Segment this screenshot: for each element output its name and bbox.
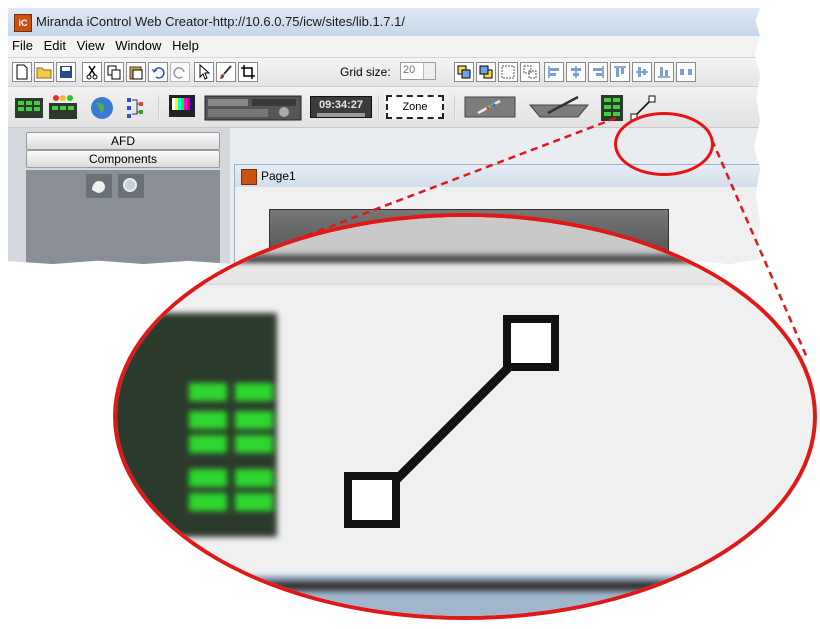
led-cell	[235, 469, 273, 487]
led-cell	[235, 435, 273, 453]
led-cell	[189, 493, 227, 511]
led-cell	[235, 383, 273, 401]
zoomed-led-grid-icon	[117, 313, 277, 537]
led-cell	[235, 411, 273, 429]
zoomed-line-tool-icon	[344, 315, 559, 528]
led-cell	[189, 383, 227, 401]
led-cell	[235, 493, 273, 511]
zoom-bottom-divider	[117, 581, 813, 591]
led-cell	[189, 411, 227, 429]
zoom-divider	[117, 255, 813, 263]
led-cell	[189, 435, 227, 453]
zoom-divider-light	[117, 265, 813, 285]
led-cell	[189, 469, 227, 487]
zoom-callout	[113, 213, 817, 620]
